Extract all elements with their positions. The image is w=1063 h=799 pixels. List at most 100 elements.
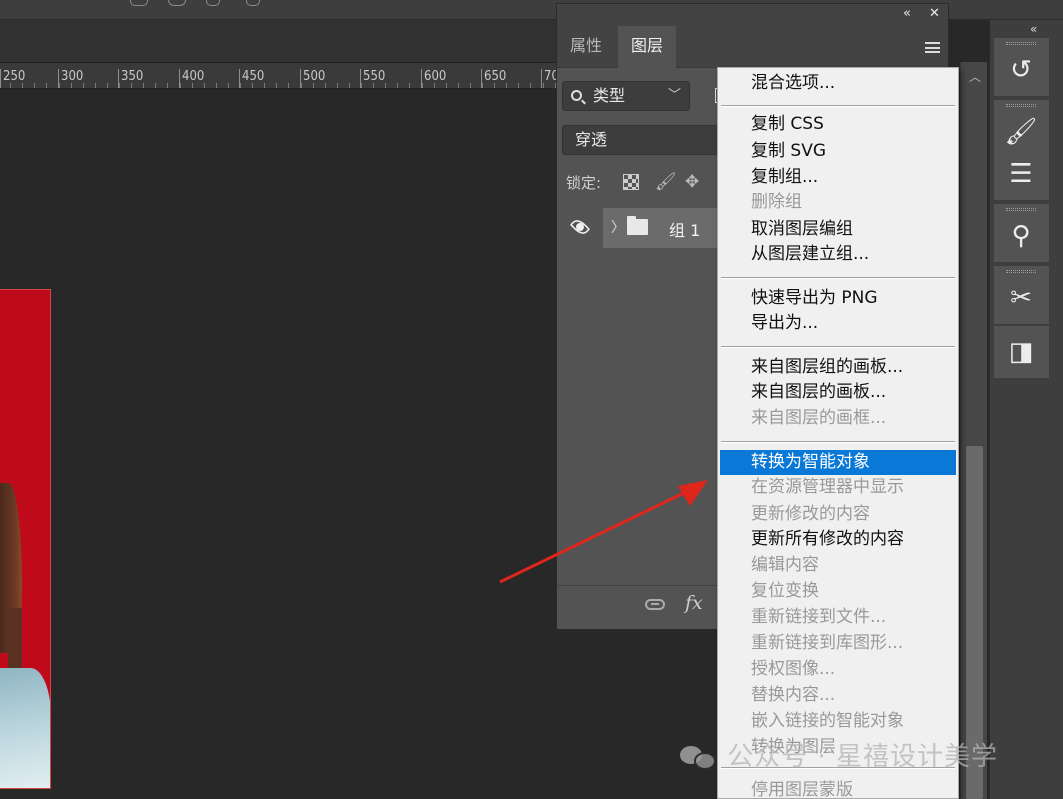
document-canvas[interactable] — [0, 89, 556, 799]
ruler-minor-tick — [34, 83, 36, 88]
menu-item[interactable]: 更新所有修改的内容 — [720, 527, 956, 552]
panel-menu-icon[interactable] — [925, 42, 940, 53]
ruler-minor-tick — [240, 83, 241, 88]
layer-name[interactable]: 组 1 — [669, 217, 700, 241]
ruler-minor-tick — [348, 83, 350, 88]
ruler-minor-tick — [94, 83, 96, 88]
ruler-minor-tick — [167, 83, 169, 88]
horizontal-ruler[interactable]: 250 300 350 400 450 500 550 600 650 70 — [0, 63, 556, 89]
ruler-minor-tick — [82, 83, 84, 88]
menu-item: 在资源管理器中显示 — [751, 477, 904, 497]
collapse-toolstrip-button[interactable]: « — [1030, 22, 1037, 36]
tab-layers[interactable]: 图层 — [618, 26, 677, 68]
ruler-minor-tick — [191, 83, 193, 88]
menu-item[interactable]: 复制 SVG — [720, 139, 956, 164]
menu-item[interactable]: 复制 CSS — [720, 112, 956, 137]
collapse-panel-button[interactable]: « — [903, 7, 911, 21]
layer-context-menu: 混合选项... 复制 CSS 复制 SVG 复制组... 删除组取消图层编组 从图层建立组… — [717, 67, 959, 799]
brush-presets-icon[interactable]: ☰ — [1003, 156, 1039, 192]
artboard-panel-icon[interactable]: ◨ — [1003, 334, 1039, 370]
lock-brush-icon[interactable]: 🖌 — [655, 172, 677, 192]
tool-group: ✂ — [994, 266, 1049, 324]
menu-separator — [721, 105, 955, 107]
lock-position-icon[interactable]: ✥ — [685, 172, 699, 192]
ruler-minor-tick — [373, 83, 375, 88]
ruler-minor-tick — [433, 83, 435, 88]
menu-item: 编辑内容 — [751, 555, 819, 575]
blend-mode-label: 穿透 — [575, 130, 608, 149]
ruler-minor-tick — [276, 83, 278, 88]
menu-item[interactable]: 来自图层组的画板... — [720, 355, 956, 380]
menu-item[interactable]: 复制组... — [720, 165, 956, 190]
ruler-minor-tick — [542, 83, 544, 88]
options-icon[interactable] — [168, 0, 186, 6]
wechat-logo-icon — [680, 744, 718, 772]
ruler-minor-tick — [203, 83, 205, 88]
ruler-minor-tick — [227, 83, 229, 88]
menu-item[interactable]: 混合选项... — [720, 71, 956, 96]
ruler-minor-tick — [155, 83, 157, 88]
ruler-minor-tick — [336, 83, 338, 88]
document-tab-bar — [0, 20, 556, 63]
ruler-minor-tick — [106, 83, 108, 88]
kind-filter-select[interactable]: 类型 ﹀ — [562, 81, 690, 111]
tool-presets-icon[interactable]: ✂ — [1003, 280, 1039, 316]
ruler-minor-tick — [445, 83, 447, 88]
options-icon[interactable] — [206, 0, 220, 6]
tool-group: ⚲ — [994, 204, 1049, 262]
ruler-minor-tick — [215, 83, 217, 88]
ruler-minor-tick — [10, 83, 12, 88]
lock-transparency-icon[interactable] — [623, 174, 639, 190]
menu-item: 删除组 — [751, 192, 802, 212]
grip-handle[interactable] — [1006, 42, 1036, 45]
ruler-minor-tick — [530, 83, 532, 88]
search-icon — [571, 90, 582, 101]
right-toolstrip: « ↺ 🖌 ☰ ⚲ ✂ ◨ — [989, 20, 1063, 799]
close-panel-button[interactable]: ✕ — [929, 7, 940, 21]
menu-item[interactable]: 快速导出为 PNG — [720, 286, 956, 311]
menu-item[interactable]: 转换为智能对象 — [720, 450, 956, 475]
clone-source-icon[interactable]: ⚲ — [1003, 218, 1039, 254]
folder-icon — [627, 216, 648, 235]
expand-icon[interactable]: 〉 — [611, 217, 625, 237]
grip-handle[interactable] — [1006, 270, 1036, 273]
ruler-minor-tick — [22, 83, 24, 88]
menu-item[interactable]: 从图层建立组... — [720, 242, 956, 267]
options-icon[interactable] — [130, 0, 148, 6]
history-icon[interactable]: ↺ — [1003, 52, 1039, 88]
menu-separator — [721, 346, 955, 348]
scroll-up-icon[interactable]: ︿ — [969, 68, 981, 85]
artboard-photo[interactable] — [0, 289, 51, 789]
panel-scrollbar[interactable]: ︿ — [960, 62, 987, 799]
ruler-minor-tick — [469, 83, 471, 88]
menu-item[interactable]: 导出为... — [720, 311, 956, 336]
ruler-minor-tick — [46, 83, 48, 88]
ruler-minor-tick — [300, 83, 302, 88]
ruler-minor-tick — [252, 83, 254, 88]
ruler-minor-tick — [179, 83, 181, 88]
chevron-down-icon: ﹀ — [667, 88, 681, 103]
tab-properties[interactable]: 属性 — [557, 26, 615, 68]
grip-handle[interactable] — [1006, 104, 1036, 107]
fx-button[interactable]: fx — [685, 592, 703, 614]
brush-settings-icon[interactable]: 🖌 — [1003, 114, 1039, 150]
grip-handle[interactable] — [1006, 208, 1036, 211]
menu-item[interactable]: 来自图层的画板... — [720, 380, 956, 405]
menu-item[interactable]: 取消图层编组 — [720, 217, 956, 242]
ruler-minor-tick — [131, 83, 133, 88]
ruler-minor-tick — [119, 83, 120, 88]
options-icon[interactable] — [246, 0, 260, 6]
ruler-minor-tick — [421, 83, 423, 88]
panel-header: « ✕ — [557, 4, 948, 26]
ruler-minor-tick — [58, 83, 60, 88]
ruler-minor-tick — [361, 83, 362, 88]
watermark: 公众号 · 星禧设计美学 — [680, 736, 998, 773]
tool-group: ◨ — [994, 326, 1049, 378]
ruler-minor-tick — [324, 83, 326, 88]
ruler-minor-tick — [518, 83, 520, 88]
tool-group: 🖌 ☰ — [994, 100, 1049, 200]
ruler-minor-tick — [143, 83, 145, 88]
ruler-minor-tick — [70, 83, 72, 88]
eye-pupil — [576, 223, 584, 231]
link-icon[interactable] — [645, 599, 665, 610]
